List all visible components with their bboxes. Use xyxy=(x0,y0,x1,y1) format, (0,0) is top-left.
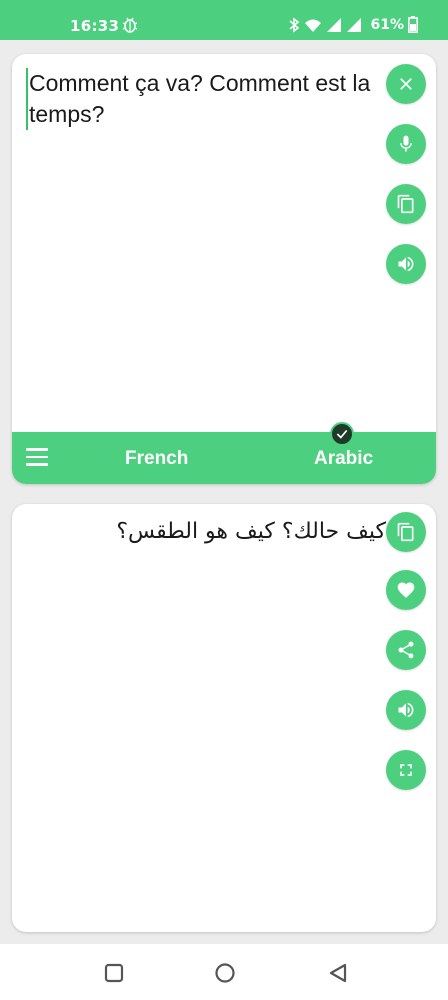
close-icon xyxy=(400,78,412,90)
status-time: 16:33 xyxy=(70,17,120,35)
copy-icon xyxy=(397,194,414,214)
heart-icon xyxy=(397,582,415,598)
output-card: كيف حالك؟ كيف هو الطقس؟ xyxy=(12,504,436,932)
source-language-selector[interactable]: French xyxy=(125,448,188,470)
target-language-selector[interactable]: Arabic xyxy=(314,448,373,470)
bluetooth-icon xyxy=(289,16,300,33)
voice-input-button[interactable] xyxy=(386,124,426,164)
home-icon[interactable] xyxy=(214,962,236,984)
wifi-icon xyxy=(305,19,322,32)
speaker-icon xyxy=(398,256,414,272)
bug-notification-icon xyxy=(122,17,138,33)
battery-percent: 61% xyxy=(370,16,404,33)
source-text-input[interactable]: Comment ça va? Comment est la temps? xyxy=(26,68,376,130)
signal-icon-2 xyxy=(347,17,362,32)
speak-translation-button[interactable] xyxy=(386,690,426,730)
signal-icon xyxy=(327,17,342,32)
menu-icon[interactable] xyxy=(26,448,48,468)
microphone-icon xyxy=(400,135,412,152)
speak-source-button[interactable] xyxy=(386,244,426,284)
back-icon[interactable] xyxy=(327,962,349,984)
copy-icon xyxy=(397,522,414,542)
language-bar: French Arabic xyxy=(12,422,436,484)
share-button[interactable] xyxy=(386,630,426,670)
copy-source-button[interactable] xyxy=(386,184,426,224)
status-bar: 16:33 61% xyxy=(0,0,448,40)
translated-text: كيف حالك؟ كيف هو الطقس؟ xyxy=(116,519,386,544)
clear-button[interactable] xyxy=(386,64,426,104)
recent-apps-icon[interactable] xyxy=(103,962,125,984)
check-icon xyxy=(330,422,354,446)
favorite-button[interactable] xyxy=(386,570,426,610)
input-card: Comment ça va? Comment est la temps? Fre… xyxy=(12,54,436,484)
share-icon xyxy=(398,641,414,659)
navigation-bar xyxy=(0,944,448,1000)
battery-icon xyxy=(408,16,418,33)
speaker-icon xyxy=(398,702,414,718)
fullscreen-icon xyxy=(400,764,412,776)
status-icons: 61% xyxy=(288,16,418,33)
copy-translation-button[interactable] xyxy=(386,512,426,552)
fullscreen-button[interactable] xyxy=(386,750,426,790)
